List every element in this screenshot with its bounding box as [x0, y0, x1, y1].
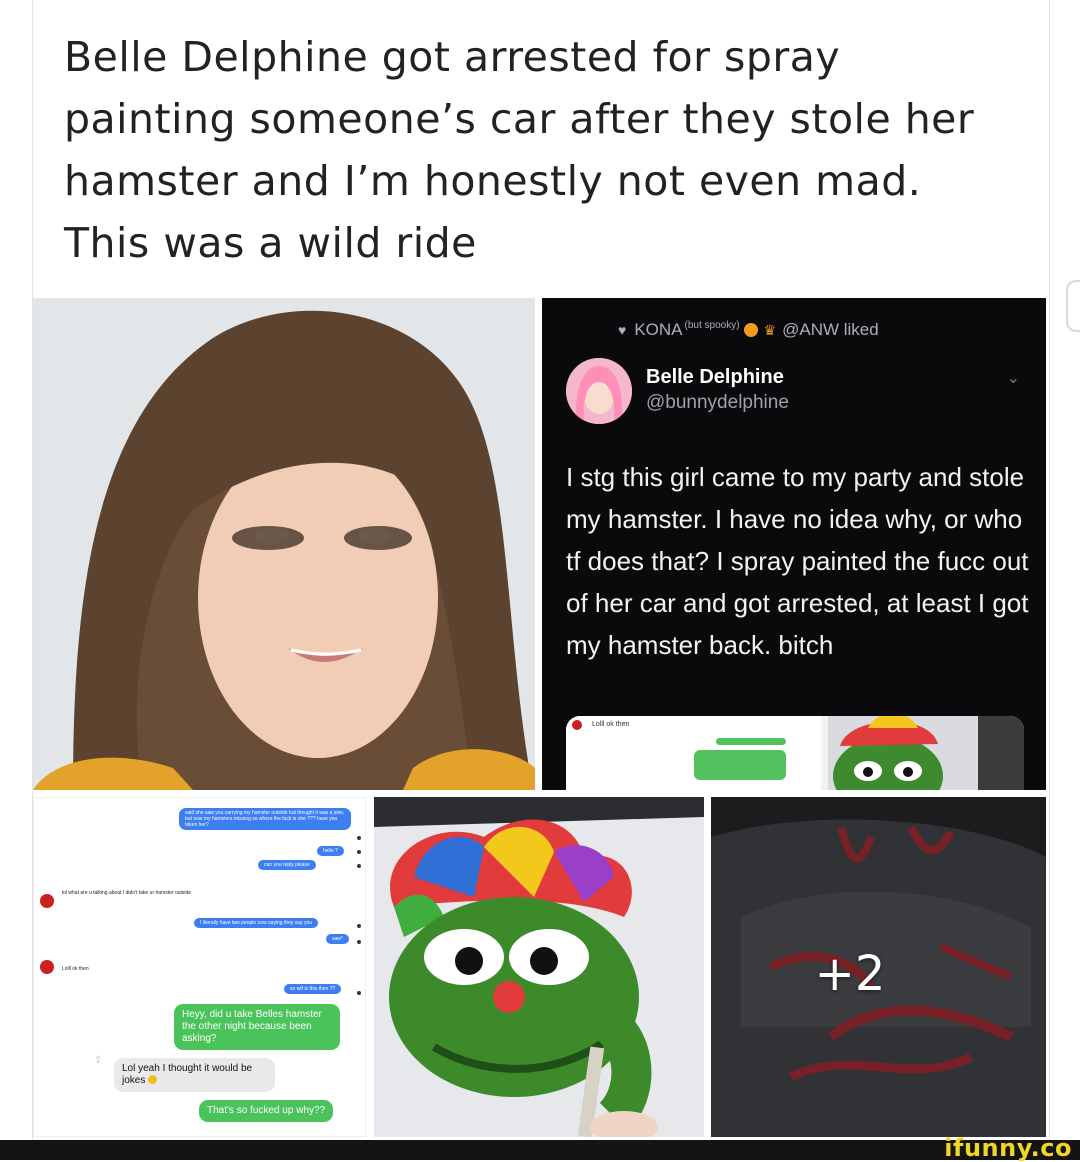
- crown-icon: ♛: [763, 322, 777, 338]
- handle: @bunnydelphine: [646, 392, 789, 413]
- display-name: Belle Delphine: [646, 366, 784, 388]
- share-icon: ⇪: [94, 1055, 103, 1066]
- embedded-message-text: Lolll ok then: [592, 721, 630, 728]
- embedded-pepe-thumb: [828, 716, 1024, 790]
- read-indicator: [357, 924, 361, 928]
- read-indicator: [357, 940, 361, 944]
- watermark-logo: ifunny.co: [944, 1134, 1072, 1162]
- avatar: [40, 894, 54, 908]
- tweet-embedded-media[interactable]: Lolll ok then: [566, 716, 1024, 790]
- avatar: [572, 720, 582, 730]
- message-incoming: Lol yeah I thought it would be jokes: [114, 1058, 275, 1092]
- read-indicator: [357, 850, 361, 854]
- pepe-thumb-illustration: [828, 716, 1024, 790]
- message-outgoing: can you reply please: [258, 860, 316, 870]
- gallery-image-portrait[interactable]: [33, 298, 535, 790]
- message-outgoing: I literally have two people now saying t…: [194, 918, 319, 928]
- message-sms: That's so fucked up why??: [199, 1100, 334, 1122]
- post-caption: Belle Delphine got arrested for spray pa…: [64, 33, 975, 267]
- emoji-icon: [148, 1075, 158, 1084]
- footer-bar: ifunny.co: [0, 1134, 1080, 1162]
- embedded-bubble: [694, 750, 786, 780]
- chevron-down-icon[interactable]: ⌄: [1007, 368, 1020, 388]
- embedded-messages-thumb: Lolll ok then: [566, 716, 821, 790]
- message-outgoing: hello ?: [317, 846, 344, 856]
- message-sms: Heyy, did u take Belles hamster the othe…: [174, 1004, 340, 1050]
- embedded-bubble: [716, 738, 786, 745]
- read-indicator: [357, 864, 361, 868]
- avatar-illustration: [566, 358, 632, 424]
- liked-by-name: KONA: [634, 320, 683, 339]
- liked-suffix: @ANW liked: [782, 320, 879, 339]
- liked-by-row: ♥ KONA (but spooky) ♛ @ANW liked: [618, 320, 879, 340]
- tweet-text: I stg this girl came to my party and sto…: [566, 462, 1029, 660]
- message-outgoing: saw*: [326, 934, 349, 944]
- message-incoming: lol what are u talking about I didn't ta…: [62, 890, 192, 896]
- avatar[interactable]: [566, 358, 632, 424]
- portrait-illustration: [33, 298, 535, 790]
- message-text: Lol yeah I thought it would be jokes: [122, 1063, 253, 1086]
- message-outgoing: said she saw you carrying my hamster out…: [179, 808, 351, 830]
- scroll-handle[interactable]: [1066, 280, 1080, 332]
- read-indicator: [357, 836, 361, 840]
- heart-icon: ♥: [618, 322, 627, 338]
- tweet-screenshot[interactable]: ♥ KONA (but spooky) ♛ @ANW liked Belle Delph…: [542, 298, 1046, 790]
- pumpkin-icon: [743, 323, 758, 337]
- liked-by-sup: (but spooky): [684, 320, 740, 332]
- more-images-count[interactable]: +2: [0, 946, 1080, 1002]
